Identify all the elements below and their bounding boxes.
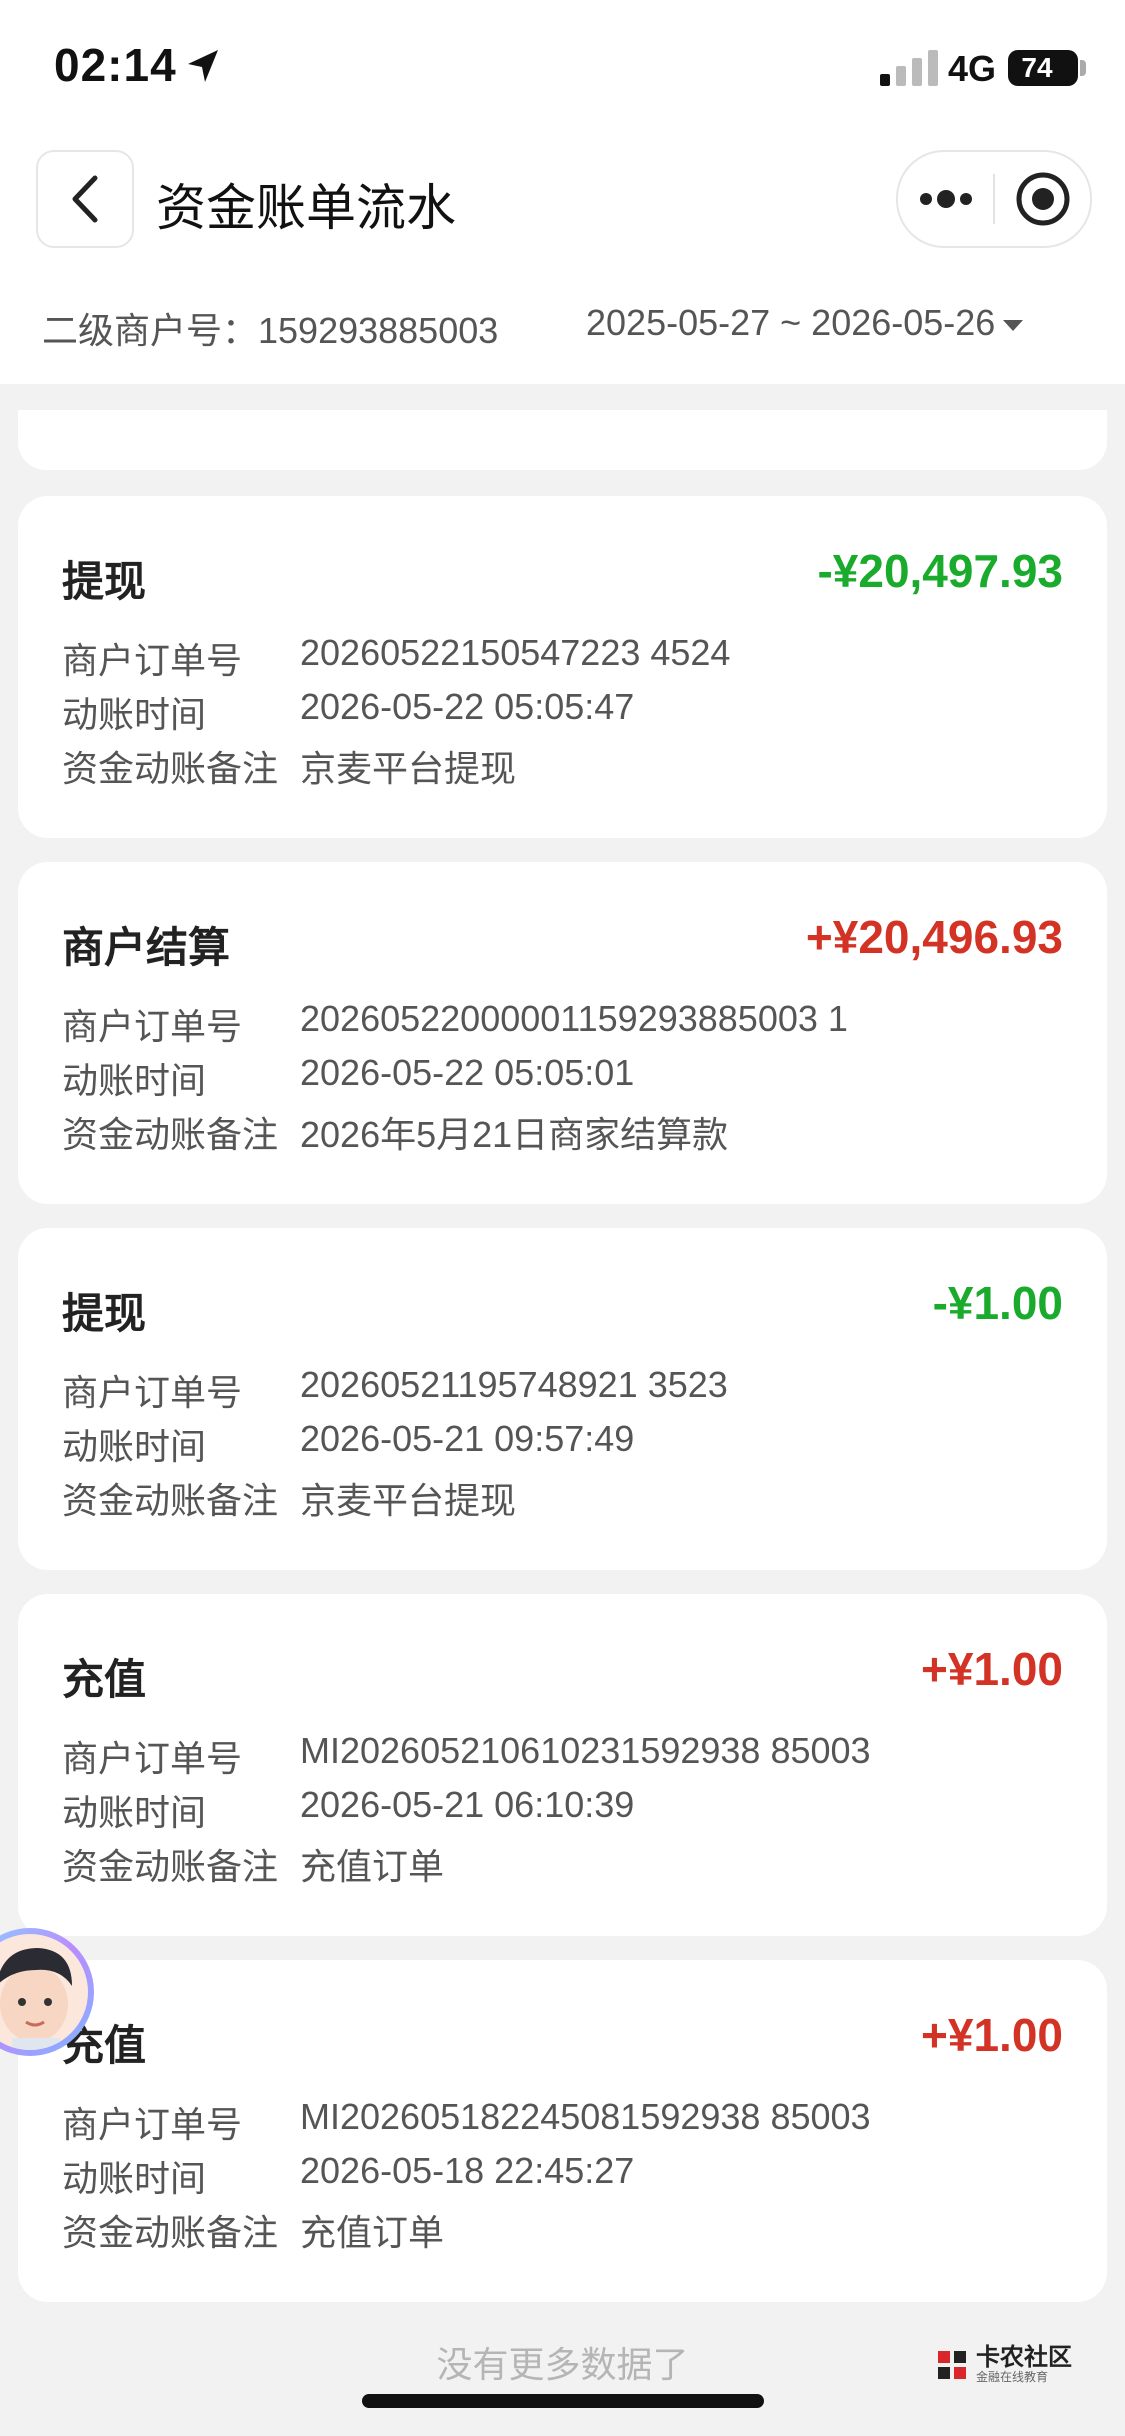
page-title: 资金账单流水 xyxy=(156,180,456,236)
time-value: 2026-05-18 22:45:27 xyxy=(300,2150,635,2191)
order-label: 商户订单号 xyxy=(62,640,243,681)
time-label: 动账时间 xyxy=(62,1426,207,1467)
remark-label: 资金动账备注 xyxy=(62,2212,279,2253)
remark-row: 资金动账备注 京麦平台提现 xyxy=(62,740,516,792)
order-value: MI202605210610231592938 85003 xyxy=(300,1730,871,1771)
avatar-icon xyxy=(0,1948,72,2050)
order-value: 20260521195748921 3523 xyxy=(300,1364,728,1405)
close-button[interactable] xyxy=(995,152,1090,246)
record-card[interactable]: 提现 -¥20,497.93 商户订单号 20260522150547223 4… xyxy=(18,496,1107,838)
order-row: 商户订单号 20260521195748921 3523 xyxy=(62,1364,728,1416)
order-label: 商户订单号 xyxy=(62,2104,243,2145)
order-label: 商户订单号 xyxy=(62,1006,243,1047)
order-row: 商户订单号 20260522150547223 4524 xyxy=(62,632,730,684)
location-arrow-icon xyxy=(188,50,218,82)
remark-label: 资金动账备注 xyxy=(62,748,279,789)
watermark-tagline: 金融在线教育 xyxy=(976,2370,1049,2384)
more-dots-icon xyxy=(919,190,972,208)
network-label: 4G xyxy=(948,48,997,89)
remark-label: 资金动账备注 xyxy=(62,1846,279,1887)
record-type: 商户结算 xyxy=(62,924,231,971)
record-type: 提现 xyxy=(62,558,147,605)
order-label: 商户订单号 xyxy=(62,1738,243,1779)
time-label: 动账时间 xyxy=(62,1060,207,1101)
record-card[interactable]: 商户结算 +¥20,496.93 商户订单号 20260522000001159… xyxy=(18,862,1107,1204)
time-row: 动账时间 2026-05-22 05:05:01 xyxy=(62,1052,634,1104)
date-range-selector[interactable]: 2025-05-27 ~ 2026-05-26 xyxy=(586,302,1024,344)
watermark-logo: 卡农社区 金融在线教育 xyxy=(934,2340,1074,2390)
order-value: 20260522000001159293885003 1 xyxy=(300,998,848,1039)
watermark-logo-icon xyxy=(938,2351,966,2379)
record-card[interactable]: 充值 +¥1.00 商户订单号 MI202605210610231592938 … xyxy=(18,1594,1107,1936)
merchant-id-label: 二级商户号：159293885003 xyxy=(42,310,499,351)
remark-value: 京麦平台提现 xyxy=(300,748,517,789)
record-card[interactable]: 提现 -¥1.00 商户订单号 20260521195748921 3523 动… xyxy=(18,1228,1107,1570)
record-amount: -¥1.00 xyxy=(932,1277,1063,1329)
remark-label: 资金动账备注 xyxy=(62,1114,279,1155)
record-type: 充值 xyxy=(62,1656,147,1703)
order-row: 商户订单号 MI202605182245081592938 85003 xyxy=(62,2096,871,2148)
order-value: MI202605182245081592938 85003 xyxy=(300,2096,871,2137)
nav-bar: 资金账单流水 xyxy=(0,140,1125,260)
date-range-text: 2025-05-27 ~ 2026-05-26 xyxy=(586,302,996,343)
record-card[interactable]: 充值 +¥1.00 商户订单号 MI202605182245081592938 … xyxy=(18,1960,1107,2302)
remark-value: 充值订单 xyxy=(300,1846,445,1887)
mini-program-capsule xyxy=(896,150,1092,248)
order-row: 商户订单号 MI202605210610231592938 85003 xyxy=(62,1730,871,1782)
time-label: 动账时间 xyxy=(62,1792,207,1833)
signal-icon xyxy=(880,50,938,86)
previous-card-edge xyxy=(18,410,1107,470)
more-button[interactable] xyxy=(898,152,993,246)
order-row: 商户订单号 20260522000001159293885003 1 xyxy=(62,998,848,1050)
watermark-name: 卡农社区 xyxy=(976,2344,1072,2371)
order-label: 商户订单号 xyxy=(62,1372,243,1413)
battery-icon: 74 xyxy=(1008,50,1078,86)
record-amount: -¥20,497.93 xyxy=(817,545,1063,597)
record-amount: +¥1.00 xyxy=(921,1643,1063,1695)
remark-row: 资金动账备注 充值订单 xyxy=(62,1838,444,1890)
record-type: 提现 xyxy=(62,1290,147,1337)
time-row: 动账时间 2026-05-18 22:45:27 xyxy=(62,2150,634,2202)
status-time: 02:14 xyxy=(54,39,177,91)
back-button[interactable] xyxy=(36,150,134,248)
status-bar: 02:14 4G 74 xyxy=(0,0,1125,140)
record-amount: +¥1.00 xyxy=(921,2009,1063,2061)
chevron-left-icon xyxy=(72,175,98,223)
remark-value: 京麦平台提现 xyxy=(300,1480,517,1521)
time-row: 动账时间 2026-05-22 05:05:47 xyxy=(62,686,634,738)
time-row: 动账时间 2026-05-21 09:57:49 xyxy=(62,1418,634,1470)
remark-row: 资金动账备注 2026年5月21日商家结算款 xyxy=(62,1106,728,1158)
remark-label: 资金动账备注 xyxy=(62,1480,279,1521)
time-value: 2026-05-22 05:05:01 xyxy=(300,1052,635,1093)
remark-value: 2026年5月21日商家结算款 xyxy=(300,1114,729,1155)
time-label: 动账时间 xyxy=(62,2158,207,2199)
remark-row: 资金动账备注 充值订单 xyxy=(62,2204,444,2256)
target-close-icon xyxy=(1016,172,1069,226)
time-value: 2026-05-21 06:10:39 xyxy=(300,1784,635,1825)
filter-bar: 二级商户号：159293885003 2025-05-27 ~ 2026-05-… xyxy=(0,260,1125,384)
time-value: 2026-05-22 05:05:47 xyxy=(300,686,635,727)
record-amount: +¥20,496.93 xyxy=(805,911,1063,963)
time-value: 2026-05-21 09:57:49 xyxy=(300,1418,635,1459)
battery-cap xyxy=(1080,60,1086,76)
remark-value: 充值订单 xyxy=(300,2212,445,2253)
time-label: 动账时间 xyxy=(62,694,207,735)
caret-down-icon xyxy=(1003,319,1024,331)
avatar-face xyxy=(0,1934,88,2050)
time-row: 动账时间 2026-05-21 06:10:39 xyxy=(62,1784,634,1836)
remark-row: 资金动账备注 京麦平台提现 xyxy=(62,1472,516,1524)
battery-level: 74 xyxy=(1021,52,1053,83)
home-indicator xyxy=(362,2394,764,2408)
order-value: 20260522150547223 4524 xyxy=(300,632,731,673)
